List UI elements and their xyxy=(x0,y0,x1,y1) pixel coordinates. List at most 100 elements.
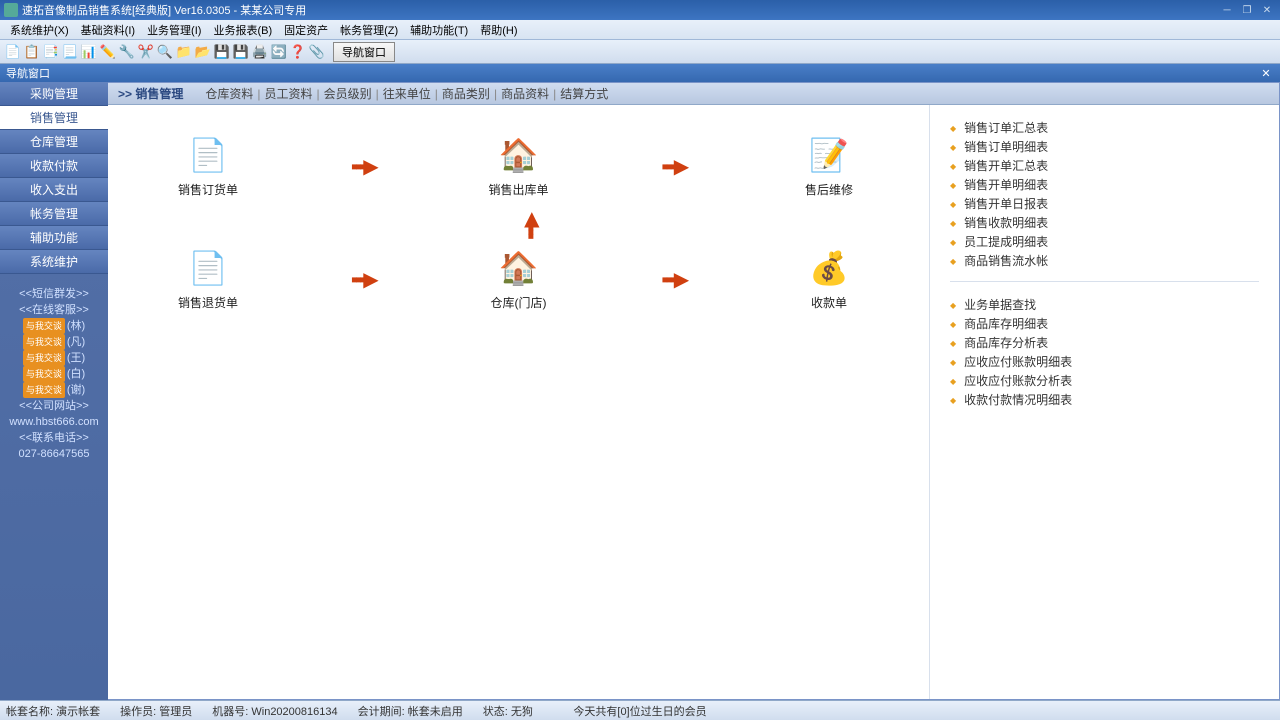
chat-icon: 与我交谈 xyxy=(23,350,65,366)
nav-window-button[interactable]: 导航窗口 xyxy=(333,42,395,62)
arrow-right-icon: ▪▪▪▶ xyxy=(579,154,770,179)
sidebar-extras: <<短信群发>> <<在线客服>> 与我交谈(林) 与我交谈(凡) 与我交谈(王… xyxy=(0,286,108,462)
sms-link[interactable]: <<短信群发>> xyxy=(0,286,108,302)
report-link[interactable]: 销售开单日报表 xyxy=(950,195,1259,214)
tool-icon-11[interactable]: 📂 xyxy=(194,43,212,61)
phone-number: 027-86647565 xyxy=(0,446,108,462)
tool-icon-8[interactable]: ✂️ xyxy=(137,43,155,61)
tool-icon-17[interactable]: 📎 xyxy=(308,43,326,61)
sidebar-item-purchase[interactable]: 采购管理 xyxy=(0,82,108,106)
node-sales-order[interactable]: 📄 销售订货单 xyxy=(148,135,268,198)
tab-product-info[interactable]: 商品资料 xyxy=(497,85,553,102)
chat-link-4[interactable]: 与我交谈(白) xyxy=(0,366,108,382)
sidebar-item-sales[interactable]: 销售管理 xyxy=(0,106,108,130)
tool-icon-3[interactable]: 📑 xyxy=(42,43,60,61)
tool-icon-5[interactable]: 📊 xyxy=(80,43,98,61)
node-sales-outbound[interactable]: 🏠 销售出库单 xyxy=(459,135,579,198)
menubar: 系统维护(X) 基础资料(I) 业务管理(I) 业务报表(B) 固定资产 帐务管… xyxy=(0,20,1280,40)
sidebar-item-payments[interactable]: 收款付款 xyxy=(0,154,108,178)
tab-member-level[interactable]: 会员级别 xyxy=(320,85,376,102)
website-label: <<公司网站>> xyxy=(0,398,108,414)
subheader-title: 导航窗口 xyxy=(6,65,50,81)
menu-business[interactable]: 业务管理(I) xyxy=(141,20,207,40)
node-warehouse-store[interactable]: 🏠 仓库(门店) xyxy=(459,248,579,311)
report-link[interactable]: 应收应付账款明细表 xyxy=(950,353,1259,372)
tool-icon-16[interactable]: ❓ xyxy=(289,43,307,61)
report-link[interactable]: 销售订单明细表 xyxy=(950,138,1259,157)
report-link[interactable]: 销售订单汇总表 xyxy=(950,119,1259,138)
toolbar: 📄 📋 📑 📃 📊 ✏️ 🔧 ✂️ 🔍 📁 📂 💾 💾 🖨️ 🔄 ❓ 📎 导航窗… xyxy=(0,40,1280,64)
status-period: 帐套未启用 xyxy=(408,706,463,718)
chat-icon: 与我交谈 xyxy=(23,366,65,382)
status-state: 无狗 xyxy=(511,706,533,718)
chat-icon: 与我交谈 xyxy=(23,334,65,350)
sidebar-item-maint[interactable]: 系统维护 xyxy=(0,250,108,274)
report-link[interactable]: 销售开单明细表 xyxy=(950,176,1259,195)
arrow-right-icon: ▪▪▪▶ xyxy=(579,267,770,292)
tool-icon-15[interactable]: 🔄 xyxy=(270,43,288,61)
tab-employee-info[interactable]: 员工资料 xyxy=(261,85,317,102)
menu-reports[interactable]: 业务报表(B) xyxy=(207,20,278,40)
report-link[interactable]: 销售收款明细表 xyxy=(950,214,1259,233)
tool-icon-12[interactable]: 💾 xyxy=(213,43,231,61)
report-link[interactable]: 应收应付账款分析表 xyxy=(950,372,1259,391)
tool-icon-14[interactable]: 🖨️ xyxy=(251,43,269,61)
arrow-right-icon: ▪▪▪▶ xyxy=(268,154,459,179)
status-machine: Win20200816134 xyxy=(251,706,337,718)
sidebar-item-aux[interactable]: 辅助功能 xyxy=(0,226,108,250)
status-operator: 管理员 xyxy=(159,706,192,718)
close-button[interactable]: ✕ xyxy=(1258,3,1276,17)
tool-icon-7[interactable]: 🔧 xyxy=(118,43,136,61)
menu-basic[interactable]: 基础资料(I) xyxy=(75,20,141,40)
document-pencil-icon: 📄 xyxy=(148,135,268,175)
report-link[interactable]: 业务单据查找 xyxy=(950,296,1259,315)
notepad-icon: 📝 xyxy=(769,135,889,175)
menu-tools[interactable]: 辅助功能(T) xyxy=(404,20,474,40)
arrow-up-icon: ▪▪▪▶ xyxy=(518,215,543,240)
report-link[interactable]: 员工提成明细表 xyxy=(950,233,1259,252)
maximize-button[interactable]: ❐ xyxy=(1238,3,1256,17)
arrow-right-icon: ▪▪▪▶ xyxy=(268,267,459,292)
chat-link-2[interactable]: 与我交谈(凡) xyxy=(0,334,108,350)
menu-system[interactable]: 系统维护(X) xyxy=(4,20,75,40)
tool-icon-4[interactable]: 📃 xyxy=(61,43,79,61)
content-tabs: >> 销售管理 仓库资料 | 员工资料 | 会员级别 | 往来单位 | 商品类别… xyxy=(108,83,1279,105)
node-sales-return[interactable]: 📄 销售退货单 xyxy=(148,248,268,311)
report-link[interactable]: 收款付款情况明细表 xyxy=(950,391,1259,410)
tool-icon-1[interactable]: 📄 xyxy=(4,43,22,61)
tab-partners[interactable]: 往来单位 xyxy=(379,85,435,102)
chat-link-3[interactable]: 与我交谈(王) xyxy=(0,350,108,366)
report-link[interactable]: 销售开单汇总表 xyxy=(950,157,1259,176)
tool-icon-9[interactable]: 🔍 xyxy=(156,43,174,61)
tab-warehouse-info[interactable]: 仓库资料 xyxy=(201,85,257,102)
status-birthday: 今天共有[0]位过生日的会员 xyxy=(573,703,706,719)
report-link[interactable]: 商品库存分析表 xyxy=(950,334,1259,353)
node-receipt[interactable]: 💰 收款单 xyxy=(769,248,889,311)
subheader-close-icon[interactable]: ✕ xyxy=(1258,67,1274,80)
website-url[interactable]: www.hbst666.com xyxy=(0,414,108,430)
house-icon: 🏠 xyxy=(459,248,579,288)
sidebar-item-income[interactable]: 收入支出 xyxy=(0,178,108,202)
tool-icon-6[interactable]: ✏️ xyxy=(99,43,117,61)
app-icon xyxy=(4,3,18,17)
tab-settlement[interactable]: 结算方式 xyxy=(556,85,612,102)
chat-link-5[interactable]: 与我交谈(谢) xyxy=(0,382,108,398)
status-account: 演示帐套 xyxy=(56,706,100,718)
menu-accounts[interactable]: 帐务管理(Z) xyxy=(334,20,404,40)
report-link[interactable]: 商品库存明细表 xyxy=(950,315,1259,334)
tool-icon-10[interactable]: 📁 xyxy=(175,43,193,61)
module-title: >> 销售管理 xyxy=(118,85,183,102)
sidebar-item-warehouse[interactable]: 仓库管理 xyxy=(0,130,108,154)
chat-link-1[interactable]: 与我交谈(林) xyxy=(0,318,108,334)
tool-icon-2[interactable]: 📋 xyxy=(23,43,41,61)
minimize-button[interactable]: ─ xyxy=(1218,3,1236,17)
menu-help[interactable]: 帮助(H) xyxy=(474,20,523,40)
tool-icon-13[interactable]: 💾 xyxy=(232,43,250,61)
chat-icon: 与我交谈 xyxy=(23,382,65,398)
sidebar-item-accounting[interactable]: 帐务管理 xyxy=(0,202,108,226)
statusbar: 帐套名称: 演示帐套 操作员: 管理员 机器号: Win20200816134 … xyxy=(0,700,1280,720)
tab-product-cat[interactable]: 商品类别 xyxy=(438,85,494,102)
node-after-sale[interactable]: 📝 售后维修 xyxy=(769,135,889,198)
menu-assets[interactable]: 固定资产 xyxy=(278,20,334,40)
report-link[interactable]: 商品销售流水帐 xyxy=(950,252,1259,271)
